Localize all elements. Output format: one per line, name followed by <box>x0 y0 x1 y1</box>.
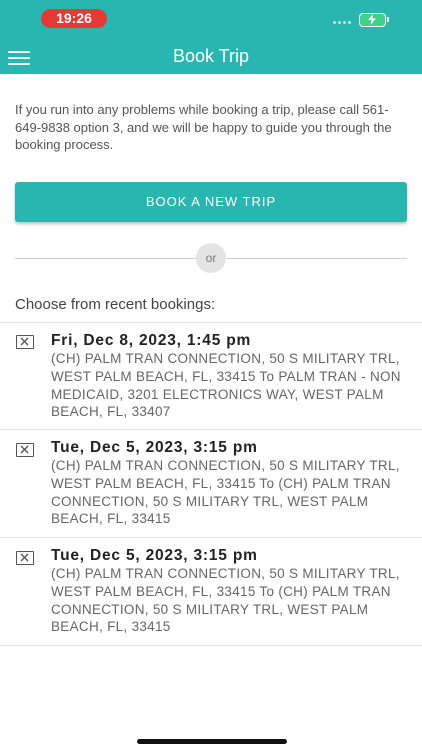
close-box-icon[interactable] <box>16 551 34 565</box>
recent-bookings-heading: Choose from recent bookings: <box>15 296 216 313</box>
battery-charging-icon <box>359 13 389 27</box>
booking-help-text: If you run into any problems while booki… <box>15 102 392 152</box>
cellular-signal-icon <box>333 21 353 25</box>
booking-route: (CH) PALM TRAN CONNECTION, 50 S MILITARY… <box>51 566 400 635</box>
or-separator: or <box>196 243 226 273</box>
book-new-trip-button[interactable]: BOOK A NEW TRIP <box>15 182 407 222</box>
status-time: 19:26 <box>41 9 107 28</box>
recent-booking-item[interactable]: Tue, Dec 5, 2023, 3:15 pm (CH) PALM TRAN… <box>0 538 422 646</box>
home-indicator <box>137 739 287 744</box>
close-box-icon[interactable] <box>16 443 34 457</box>
close-box-icon[interactable] <box>16 335 34 349</box>
recent-booking-item[interactable]: Tue, Dec 5, 2023, 3:15 pm (CH) PALM TRAN… <box>0 430 422 538</box>
booking-route: (CH) PALM TRAN CONNECTION, 50 S MILITARY… <box>51 458 400 527</box>
booking-date: Tue, Dec 5, 2023, 3:15 pm <box>51 547 258 564</box>
booking-route: (CH) PALM TRAN CONNECTION, 50 S MILITARY… <box>51 351 401 420</box>
booking-date: Tue, Dec 5, 2023, 3:15 pm <box>51 439 258 456</box>
status-bar: 19:26 <box>0 0 422 36</box>
page-title: Book Trip <box>172 46 250 66</box>
booking-date: Fri, Dec 8, 2023, 1:45 pm <box>51 332 252 349</box>
app-header: 19:26 Book Trip <box>0 0 422 74</box>
recent-booking-item[interactable]: Fri, Dec 8, 2023, 1:45 pm (CH) PALM TRAN… <box>0 323 422 430</box>
